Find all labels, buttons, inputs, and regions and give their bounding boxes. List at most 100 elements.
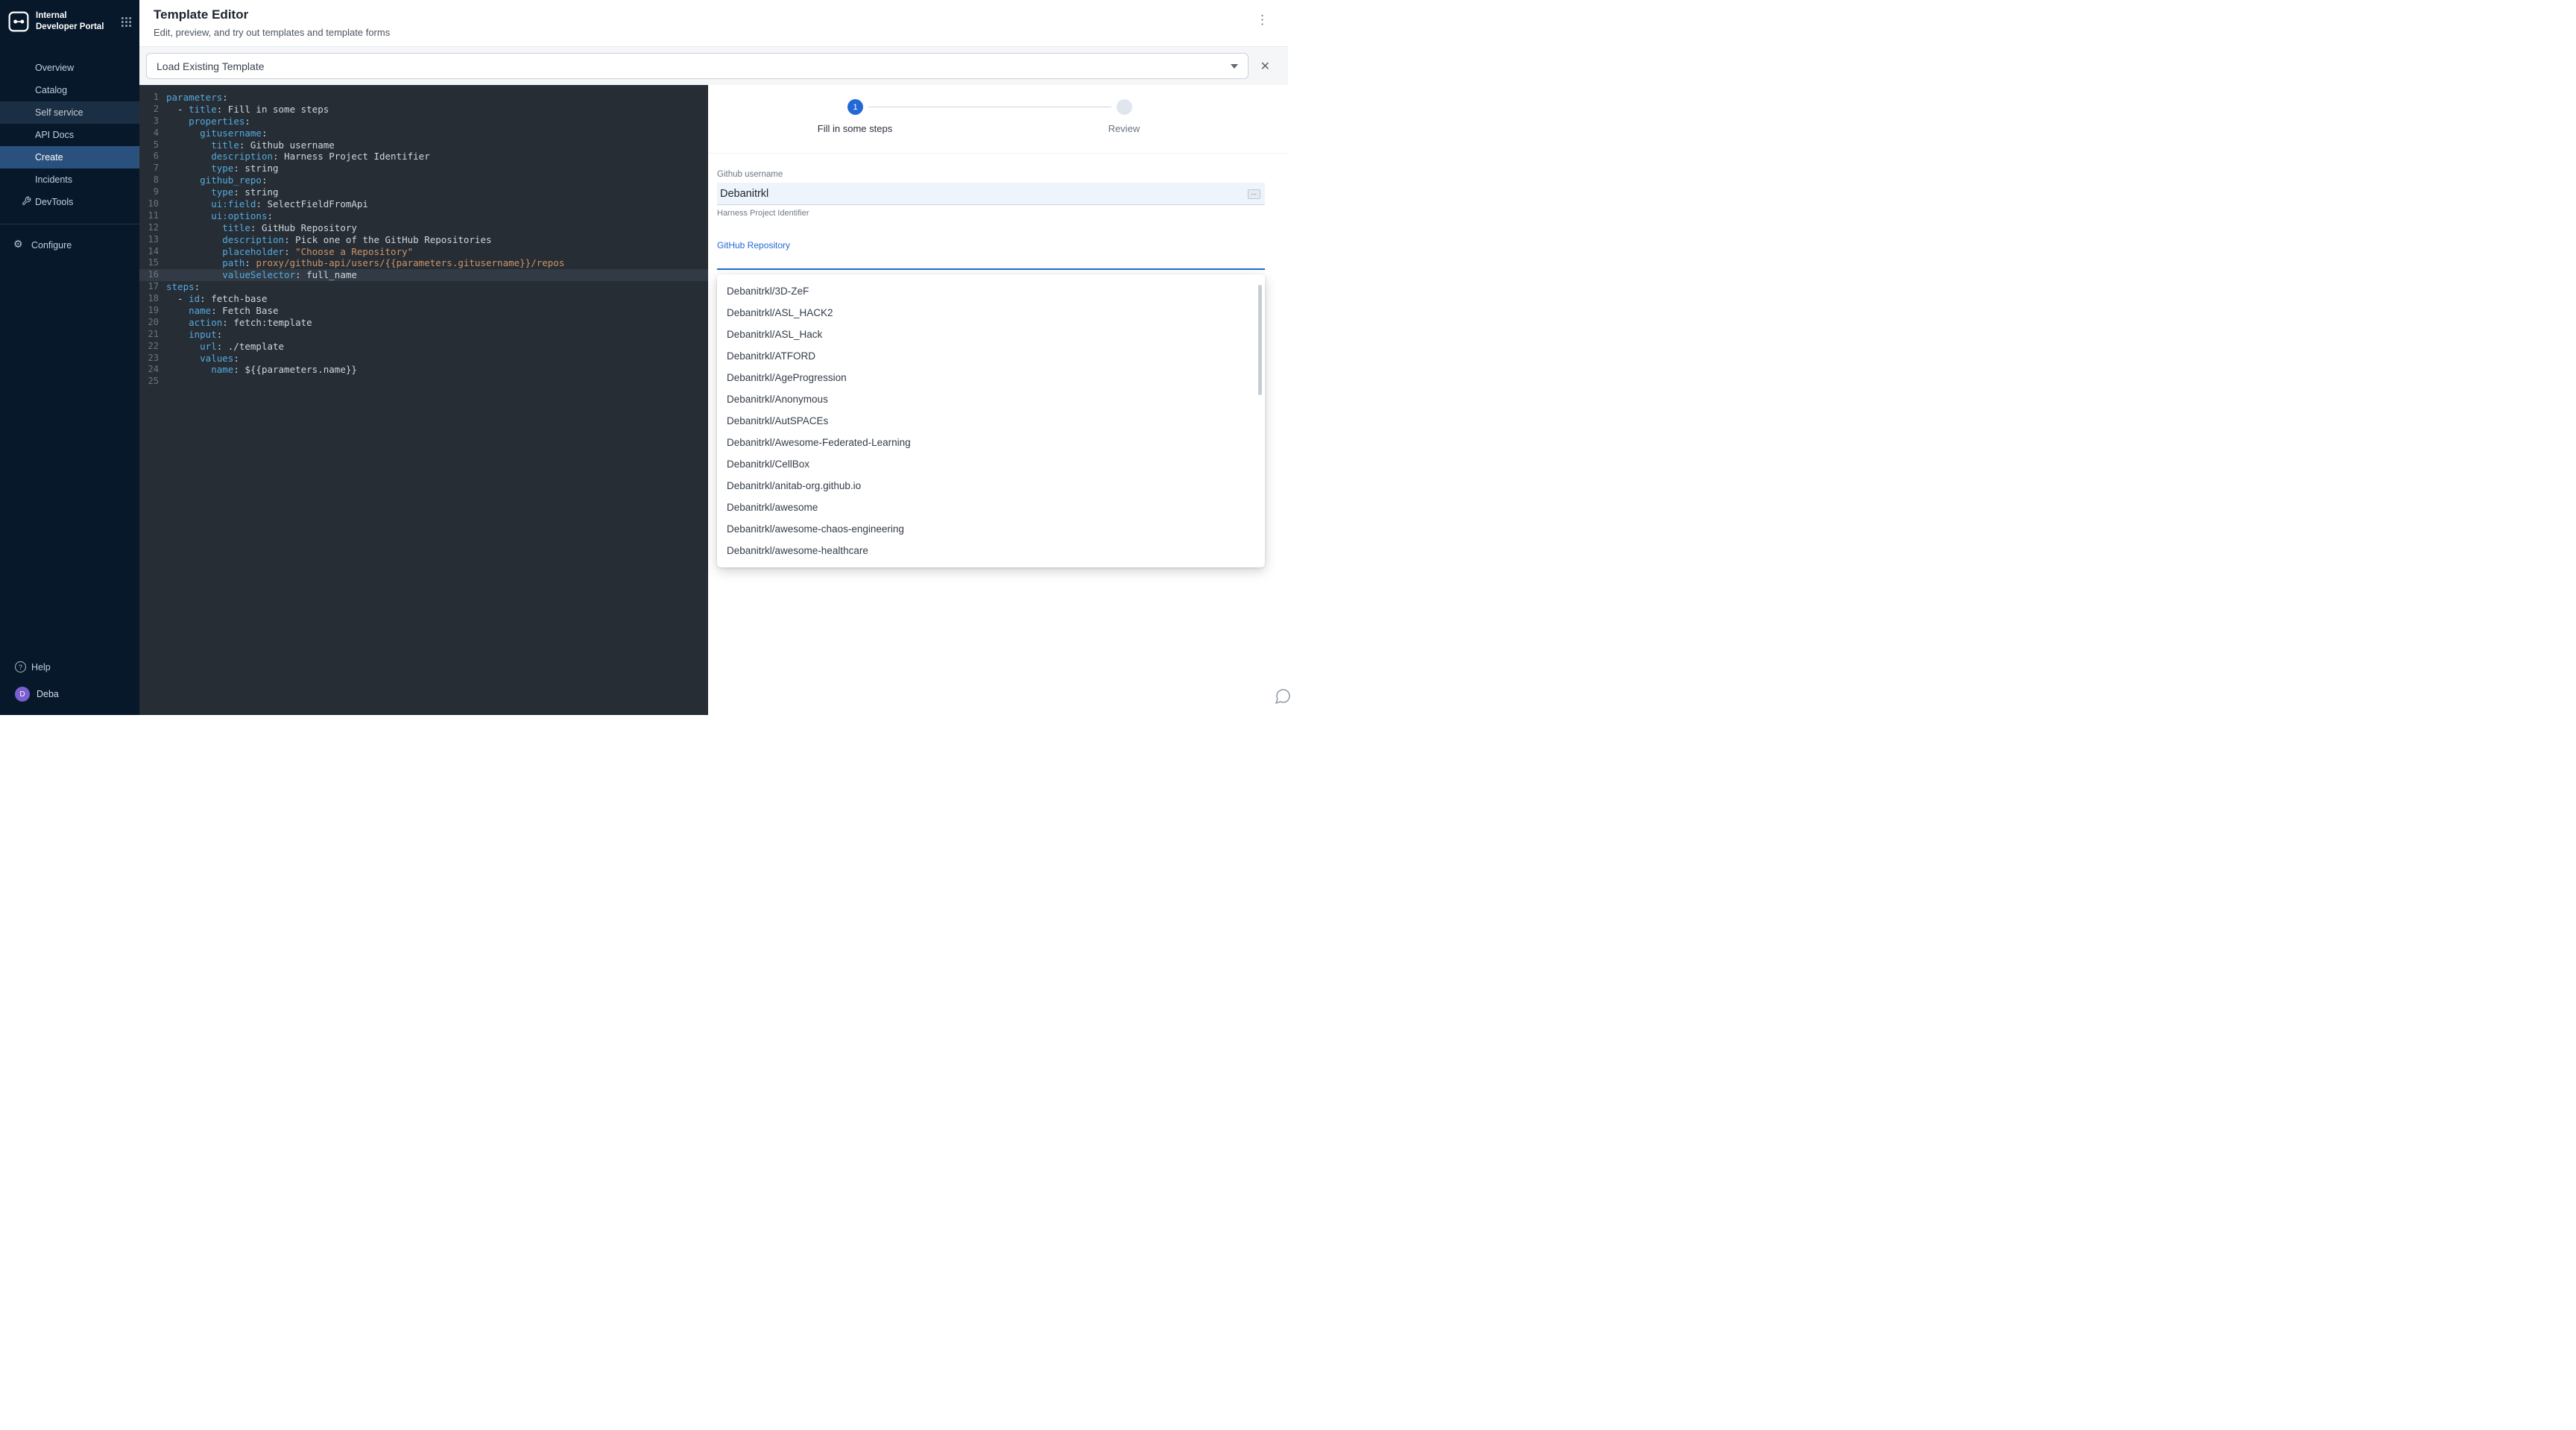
- more-options-icon[interactable]: ⋮: [1256, 13, 1269, 26]
- code-line[interactable]: 7 type: string: [139, 163, 708, 174]
- code-line[interactable]: 23 values:: [139, 353, 708, 365]
- app-grid-icon[interactable]: [121, 16, 132, 28]
- feedback-chat-icon[interactable]: [1274, 687, 1292, 709]
- sidebar-item-create[interactable]: Create: [0, 146, 139, 168]
- sidebar-item-configure[interactable]: ⚙ Configure: [0, 233, 139, 257]
- code-line[interactable]: 6 description: Harness Project Identifie…: [139, 151, 708, 163]
- ellipsis-icon[interactable]: ⋯: [1248, 189, 1260, 199]
- app-root: Internal Developer Portal OverviewCatalo…: [0, 0, 1288, 715]
- code-line[interactable]: 4 gitusername:: [139, 127, 708, 139]
- code-lines: 1parameters:2 - title: Fill in some step…: [139, 92, 708, 388]
- github-username-field: ⋯: [717, 183, 1265, 205]
- line-number: 1: [139, 92, 166, 104]
- code-line[interactable]: 12 title: GitHub Repository: [139, 222, 708, 234]
- line-number: 2: [139, 104, 166, 116]
- sidebar-item-self-service[interactable]: Self service: [0, 101, 139, 124]
- code-line[interactable]: 18 - id: fetch-base: [139, 293, 708, 305]
- line-number: 15: [139, 257, 166, 269]
- sidebar-item-label: Self service: [35, 107, 83, 118]
- help-label: Help: [31, 662, 51, 673]
- code-line[interactable]: 5 title: Github username: [139, 139, 708, 151]
- sidebar-item-overview[interactable]: Overview: [0, 57, 139, 79]
- repo-option[interactable]: Debanitrkl/awesome-healthcare: [717, 540, 1265, 561]
- idp-logo-icon: [7, 10, 30, 33]
- step-1-circle[interactable]: 1: [847, 99, 863, 115]
- code-line[interactable]: 20 action: fetch:template: [139, 317, 708, 329]
- repo-option[interactable]: Debanitrkl/ASL_Hack: [717, 324, 1265, 345]
- repo-option[interactable]: Debanitrkl/AgeProgression: [717, 367, 1265, 388]
- code-line[interactable]: 21 input:: [139, 329, 708, 341]
- code-line[interactable]: 9 type: string: [139, 186, 708, 198]
- main-area: Template Editor Edit, preview, and try o…: [139, 0, 1288, 715]
- code-line[interactable]: 16 valueSelector: full_name: [139, 269, 708, 281]
- repo-option[interactable]: Debanitrkl/CellBox: [717, 453, 1265, 475]
- repo-option[interactable]: Debanitrkl/awesome-chaos-engineering: [717, 518, 1265, 540]
- line-number: 4: [139, 127, 166, 139]
- configure-label: Configure: [31, 240, 72, 251]
- line-code: name: Fetch Base: [166, 305, 279, 317]
- repo-option[interactable]: Debanitrkl/3D-ZeF: [717, 280, 1265, 302]
- repo-option[interactable]: Debanitrkl/ATFORD: [717, 345, 1265, 367]
- code-line[interactable]: 25: [139, 376, 708, 388]
- line-code: properties:: [166, 116, 250, 127]
- line-number: 22: [139, 341, 166, 353]
- line-number: 14: [139, 246, 166, 258]
- code-line[interactable]: 24 name: ${{parameters.name}}: [139, 364, 708, 376]
- line-number: 24: [139, 364, 166, 376]
- content-row: 1parameters:2 - title: Fill in some step…: [139, 85, 1288, 715]
- sidebar-item-catalog[interactable]: Catalog: [0, 79, 139, 101]
- github-username-helper: Harness Project Identifier: [717, 209, 1265, 218]
- code-line[interactable]: 8 github_repo:: [139, 174, 708, 186]
- page-subtitle: Edit, preview, and try out templates and…: [154, 27, 1270, 38]
- line-number: 21: [139, 329, 166, 341]
- code-line[interactable]: 22 url: ./template: [139, 341, 708, 353]
- sidebar-item-api-docs[interactable]: API Docs: [0, 124, 139, 146]
- repo-option[interactable]: Debanitrkl/ASL_HACK2: [717, 302, 1265, 324]
- sidebar-item-incidents[interactable]: Incidents: [0, 168, 139, 191]
- user-name: Deba: [37, 689, 59, 699]
- user-menu[interactable]: D Deba: [0, 679, 139, 708]
- repo-option[interactable]: Debanitrkl/Awesome-Federated-Learning: [717, 432, 1265, 453]
- code-line[interactable]: 19 name: Fetch Base: [139, 305, 708, 317]
- code-editor[interactable]: 1parameters:2 - title: Fill in some step…: [139, 85, 708, 715]
- line-number: 10: [139, 198, 166, 210]
- help-button[interactable]: ? Help: [0, 655, 139, 679]
- line-code: name: ${{parameters.name}}: [166, 364, 357, 376]
- line-number: 12: [139, 222, 166, 234]
- repo-option[interactable]: Debanitrkl/anitab-org.github.io: [717, 475, 1265, 497]
- code-line[interactable]: 1parameters:: [139, 92, 708, 104]
- scrollbar-thumb[interactable]: [1258, 285, 1262, 395]
- code-line[interactable]: 14 placeholder: "Choose a Repository": [139, 246, 708, 258]
- repo-option[interactable]: Debanitrkl/AutSPACEs: [717, 410, 1265, 432]
- line-code: gitusername:: [166, 127, 267, 139]
- code-line[interactable]: 15 path: proxy/github-api/users/{{parame…: [139, 257, 708, 269]
- line-code: title: GitHub Repository: [166, 222, 357, 234]
- line-code: - id: fetch-base: [166, 293, 267, 305]
- load-template-select[interactable]: Load Existing Template: [146, 53, 1248, 79]
- code-line[interactable]: 17steps:: [139, 281, 708, 293]
- github-username-label: Github username: [717, 170, 1265, 179]
- line-code: input:: [166, 329, 222, 341]
- code-line[interactable]: 2 - title: Fill in some steps: [139, 104, 708, 116]
- github-username-input[interactable]: [717, 183, 1265, 205]
- repo-options-list: Debanitrkl/3D-ZeFDebanitrkl/ASL_HACK2Deb…: [717, 280, 1265, 561]
- code-line[interactable]: 3 properties:: [139, 116, 708, 127]
- line-number: 16: [139, 269, 166, 281]
- code-line[interactable]: 13 description: Pick one of the GitHub R…: [139, 234, 708, 246]
- line-number: 17: [139, 281, 166, 293]
- wrench-icon: [22, 196, 31, 208]
- sidebar-bottom: ? Help D Deba: [0, 655, 139, 715]
- gear-icon: ⚙: [13, 239, 23, 249]
- code-line[interactable]: 10 ui:field: SelectFieldFromApi: [139, 198, 708, 210]
- avatar: D: [15, 687, 30, 702]
- github-repository-input[interactable]: [717, 255, 1265, 270]
- line-number: 8: [139, 174, 166, 186]
- step-2-circle[interactable]: [1117, 99, 1132, 115]
- code-line[interactable]: 11 ui:options:: [139, 210, 708, 222]
- repo-option[interactable]: Debanitrkl/awesome: [717, 497, 1265, 518]
- page-header: Template Editor Edit, preview, and try o…: [139, 0, 1288, 47]
- sidebar-item-devtools[interactable]: DevTools: [0, 191, 139, 213]
- repo-option[interactable]: Debanitrkl/Anonymous: [717, 388, 1265, 410]
- sidebar-nav: OverviewCatalog Self service API DocsCreat…: [0, 57, 139, 213]
- close-icon[interactable]: ✕: [1257, 57, 1273, 75]
